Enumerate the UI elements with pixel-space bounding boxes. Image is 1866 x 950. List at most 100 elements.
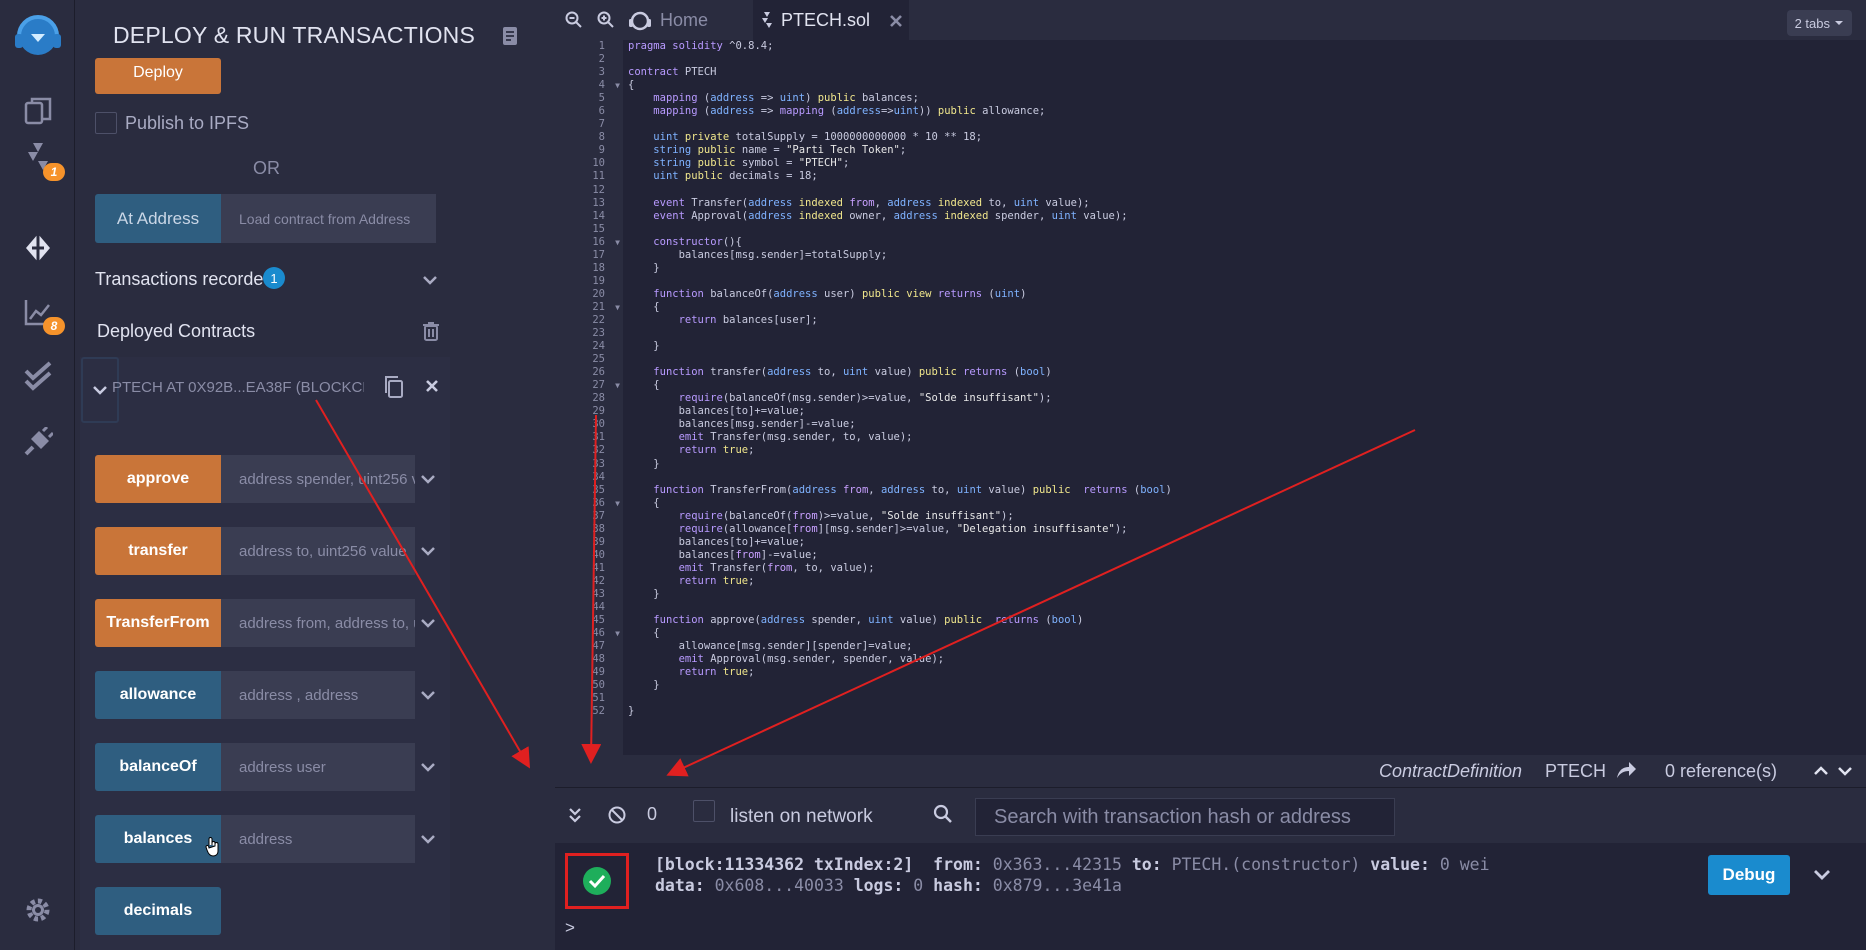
code-line: function approve(address spender, uint v… — [653, 614, 1084, 627]
line-number: 39 — [592, 535, 605, 548]
deploy-run-icon[interactable] — [0, 218, 75, 278]
line-number: 26 — [592, 366, 605, 379]
transaction-log[interactable]: [block:11334362 txIndex:2] from: 0x363..… — [655, 854, 1490, 896]
code-line: require(balanceOf(msg.sender)>=value, "S… — [678, 392, 1052, 405]
line-number: 8 — [598, 131, 605, 144]
function-button-transferfrom[interactable]: TransferFrom — [95, 599, 221, 647]
plugin-manager-icon[interactable] — [0, 412, 75, 472]
remix-ide: 1 8 DEPLOY & RUN TRANSACTIONS Deploy Pub… — [0, 0, 1866, 950]
publish-ipfs-checkbox[interactable] — [95, 112, 117, 134]
fold-toggle-icon[interactable]: ▼ — [615, 497, 620, 510]
fold-toggle-icon[interactable]: ▼ — [615, 379, 620, 392]
debug-button[interactable]: Debug — [1708, 855, 1790, 895]
function-expand-chevron-down-icon[interactable] — [418, 685, 438, 705]
references-count: 0 reference(s) — [1665, 761, 1778, 781]
line-number: 49 — [592, 666, 605, 679]
line-number: 15 — [592, 222, 605, 235]
function-button-transfer[interactable]: transfer — [95, 527, 221, 575]
function-button-balances[interactable]: balances — [95, 815, 221, 863]
function-input-allowance[interactable]: address , address — [221, 671, 415, 719]
solidity-compiler-icon[interactable]: 1 — [0, 128, 75, 188]
function-input-balanceof[interactable]: address user — [221, 743, 415, 791]
terminal-prompt[interactable]: > — [565, 918, 575, 938]
fold-toggle-icon[interactable]: ▼ — [615, 236, 620, 249]
line-number: 44 — [592, 601, 605, 614]
code-line: { — [628, 79, 635, 92]
function-button-decimals[interactable]: decimals — [95, 887, 221, 935]
line-number: 27 ▼ — [592, 379, 620, 392]
code-line: function TransferFrom(address from, addr… — [653, 483, 1172, 496]
listen-network-checkbox[interactable] — [693, 800, 715, 822]
function-expand-chevron-down-icon[interactable] — [418, 541, 438, 561]
fold-toggle-icon[interactable]: ▼ — [615, 627, 620, 640]
trash-icon[interactable] — [422, 321, 440, 341]
line-number: 22 — [592, 313, 605, 326]
function-input-transferfrom[interactable]: address from, address to, uint — [221, 599, 415, 647]
terminal: 0 listen on network Search with transact… — [555, 787, 1866, 950]
copy-icon[interactable] — [383, 375, 405, 399]
transaction-search-input[interactable]: Search with transaction hash or address — [975, 798, 1395, 836]
function-button-balanceof[interactable]: balanceOf — [95, 743, 221, 791]
analysis-badge: 8 — [43, 317, 65, 335]
deploy-button[interactable]: Deploy — [95, 58, 221, 94]
fold-toggle-icon[interactable]: ▼ — [615, 79, 620, 92]
function-button-allowance[interactable]: allowance — [95, 671, 221, 719]
expand-log-chevron-down-icon[interactable] — [1812, 866, 1832, 884]
remix-home-icon — [627, 7, 653, 33]
code-line: { — [628, 496, 660, 509]
function-label: balances — [123, 830, 193, 847]
at-address-input[interactable]: Load contract from Address — [221, 194, 436, 243]
function-expand-chevron-down-icon[interactable] — [418, 829, 438, 849]
editor-tab-bar: Home PTECH.sol 2 tabs — [555, 0, 1866, 40]
line-number: 45 — [592, 614, 605, 627]
function-expand-chevron-down-icon[interactable] — [418, 613, 438, 633]
remix-logo-icon[interactable] — [0, 6, 75, 66]
line-number: 48 — [592, 653, 605, 666]
line-number: 31 — [592, 431, 605, 444]
line-number: 18 — [592, 261, 605, 274]
success-highlight-box — [565, 853, 629, 909]
code-line: contract PTECH — [628, 66, 717, 79]
function-expand-chevron-down-icon[interactable] — [418, 469, 438, 489]
go-to-definition-icon[interactable] — [1615, 760, 1637, 780]
previous-reference-chevron-up-icon[interactable] — [1812, 762, 1830, 780]
at-address-button[interactable]: At Address — [95, 194, 221, 243]
code-line: string public symbol = "PTECH"; — [653, 157, 850, 170]
close-icon[interactable] — [425, 379, 439, 393]
function-input-approve[interactable]: address spender, uint256 val — [221, 455, 415, 503]
function-input-balances[interactable]: address — [221, 815, 415, 863]
code-editor[interactable]: pragma solidity ^0.8.4; contract PTECH{ … — [623, 40, 1866, 755]
transactions-recorded-chevron-down-icon[interactable] — [420, 270, 440, 290]
deployed-contracts-label: Deployed Contracts — [97, 321, 256, 341]
next-reference-chevron-down-icon[interactable] — [1836, 762, 1854, 780]
code-line: allowance[msg.sender][spender]=value; — [628, 640, 913, 653]
code-line: pragma solidity ^0.8.4; — [628, 40, 774, 52]
line-number: 14 — [592, 209, 605, 222]
collapse-terminal-icon[interactable] — [567, 806, 583, 824]
code-line: return true; — [678, 666, 755, 679]
clear-terminal-icon[interactable] — [607, 805, 627, 825]
documentation-icon[interactable] — [500, 26, 520, 46]
zoom-out-icon[interactable] — [565, 11, 583, 29]
line-number: 23 — [592, 327, 605, 340]
fold-toggle-icon[interactable]: ▼ — [615, 301, 620, 314]
analysis-icon[interactable]: 8 — [0, 282, 75, 342]
settings-gear-icon[interactable] — [0, 880, 75, 940]
testing-icon[interactable] — [0, 346, 75, 406]
function-input-transfer[interactable]: address to, uint256 value — [221, 527, 415, 575]
function-expand-chevron-down-icon[interactable] — [418, 757, 438, 777]
line-number: 46 ▼ — [592, 627, 620, 640]
zoom-in-icon[interactable] — [597, 11, 615, 29]
tab-ptech-sol[interactable]: PTECH.sol — [753, 0, 909, 40]
line-number: 34 — [592, 470, 605, 483]
tabs-count-dropdown[interactable]: 2 tabs — [1786, 10, 1852, 36]
transactions-recorded-label[interactable]: Transactions recorded — [95, 269, 273, 290]
code-line: balances[from]-=value; — [628, 548, 818, 561]
function-button-approve[interactable]: approve — [95, 455, 221, 503]
tab-home[interactable]: Home — [627, 0, 735, 40]
tab-close-icon[interactable] — [889, 14, 903, 28]
